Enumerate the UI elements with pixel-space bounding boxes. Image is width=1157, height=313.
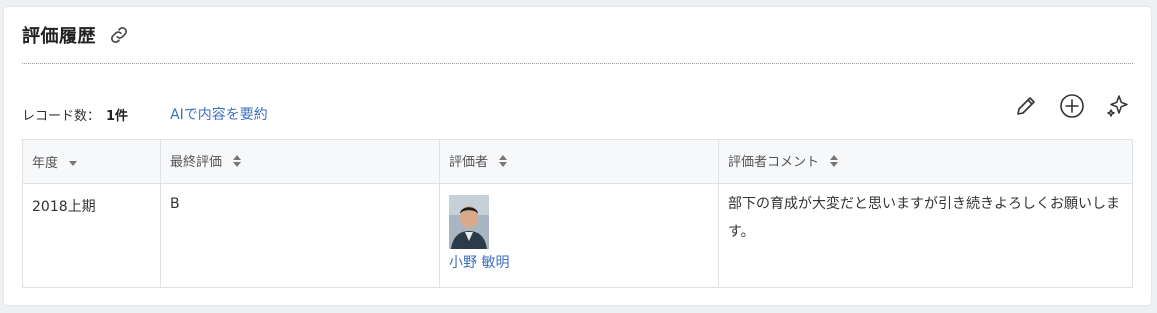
record-count-label: レコード数： <box>22 108 101 124</box>
header-divider <box>22 63 1133 64</box>
sparkle-icon[interactable] <box>1105 93 1131 119</box>
record-meta: レコード数： 1件 AIで内容を要約 <box>22 103 268 125</box>
cell-year: 2018上期 <box>22 183 161 288</box>
sort-icon[interactable] <box>498 154 508 172</box>
table-row: 2018上期 B 小野 敏明 部下の育成が大変だと思いますが引き続きよろしくお願… <box>22 183 1133 288</box>
evaluation-table: 年度 最終評価 評価者 評価者コメント 2018上期 B 小野 敏明 部下の育成… <box>22 139 1133 288</box>
sort-icon[interactable] <box>829 154 839 172</box>
page-title: 評価履歴 <box>22 26 96 47</box>
evaluator-name-link[interactable]: 小野 敏明 <box>449 252 709 272</box>
record-count-value: 1件 <box>106 108 129 124</box>
add-circle-icon[interactable] <box>1059 93 1085 119</box>
link-icon[interactable] <box>108 24 130 46</box>
column-header-year[interactable]: 年度 <box>22 139 161 184</box>
table-header-row: 年度 最終評価 評価者 評価者コメント <box>22 139 1133 184</box>
cell-comment: 部下の育成が大変だと思いますが引き続きよろしくお願いします。 <box>718 183 1133 288</box>
evaluation-history-panel: 評価履歴 レコード数： 1件 AIで内容を要約 年度 最終評価 評価者 評価者コ… <box>4 7 1151 305</box>
toolbar <box>993 93 1131 119</box>
edit-icon[interactable] <box>1013 93 1039 119</box>
comment-text: 部下の育成が大変だと思いますが引き続きよろしくお願いします。 <box>728 196 1120 240</box>
ai-summary-link[interactable]: AIで内容を要約 <box>170 104 268 124</box>
sort-icon[interactable] <box>232 154 242 172</box>
cell-final-rating: B <box>160 183 440 288</box>
avatar[interactable] <box>449 195 489 249</box>
sort-desc-icon[interactable] <box>68 156 78 171</box>
cell-evaluator: 小野 敏明 <box>439 183 719 288</box>
column-header-final-rating[interactable]: 最終評価 <box>160 139 440 184</box>
column-header-comment[interactable]: 評価者コメント <box>718 139 1133 184</box>
column-header-evaluator[interactable]: 評価者 <box>439 139 719 184</box>
panel-header: 評価履歴 <box>22 21 130 49</box>
